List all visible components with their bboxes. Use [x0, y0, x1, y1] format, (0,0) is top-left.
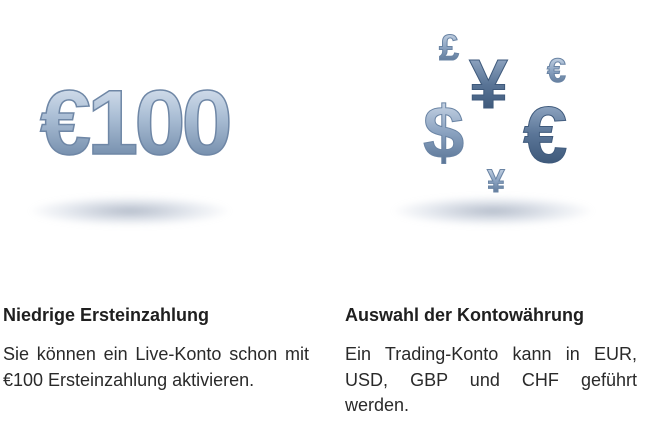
feature-card-low-deposit: €100 Niedrige Ersteinzahlung Sie können … — [0, 0, 309, 444]
euro-small-icon: € — [547, 52, 566, 90]
yen-small-icon: ¥ — [487, 163, 505, 199]
feature-card-currency: £ ¥ € $ € ¥ Auswahl der Kontowährung Ein… — [345, 0, 645, 444]
feature-title: Auswahl der Kontowährung — [345, 305, 585, 325]
euro-100-text: €100 — [40, 72, 229, 174]
feature-description: Ein Trading-Konto kann in EUR, USD, GBP … — [345, 344, 637, 415]
pound-icon: £ — [439, 27, 459, 68]
euro-100-graphic: €100 — [39, 71, 234, 175]
currency-symbols-graphic: £ ¥ € $ € ¥ — [423, 27, 569, 200]
dollar-icon: $ — [423, 91, 464, 174]
yen-icon: ¥ — [469, 45, 508, 123]
euro-large-icon: € — [523, 90, 568, 179]
feature-description: Sie können ein Live-Konto schon mit €100… — [3, 344, 309, 390]
feature-title: Niedrige Ersteinzahlung — [3, 305, 210, 325]
